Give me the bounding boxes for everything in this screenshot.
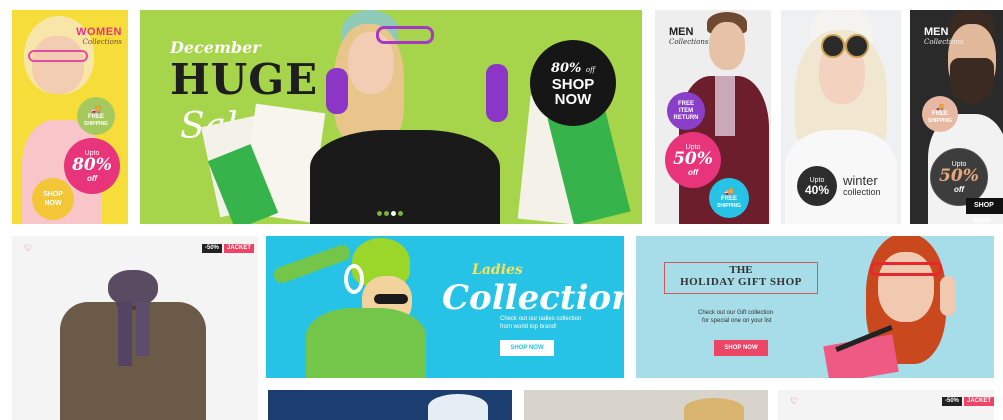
- ladies-collection-banner[interactable]: Ladies Collection Check out our ladies c…: [266, 236, 624, 378]
- discount-tag: -50%: [202, 244, 223, 253]
- women-discount-badge: Upto 80% off: [64, 138, 120, 194]
- gift-model-figure: [823, 236, 994, 378]
- ladies-subtitle: Collection: [442, 278, 624, 318]
- ladies-desc-2: from world top brand!: [500, 324, 557, 330]
- holiday-gift-shop-banner[interactable]: THE HOLIDAY GIFT SHOP Check out our Gift…: [636, 236, 994, 378]
- slider-dot-4[interactable]: [398, 211, 403, 216]
- hero-december-sale-banner[interactable]: December HUGE Sale 80% off SHOP NOW: [140, 10, 642, 224]
- women-subtitle: Collections: [82, 38, 122, 46]
- product-card-bottom[interactable]: ♡ -50% JACKET: [778, 390, 994, 420]
- men-title: MEN: [669, 26, 694, 38]
- gift-shop-now-button[interactable]: SHOP NOW: [714, 340, 768, 356]
- heart-icon[interactable]: ♡: [790, 396, 798, 407]
- bottom-banner-1[interactable]: [268, 390, 512, 420]
- hero-slider-dots: [377, 211, 407, 217]
- bottom-banner-2[interactable]: [524, 390, 768, 420]
- gift-title: HOLIDAY GIFT SHOP: [680, 276, 802, 288]
- ladies-shop-now-button[interactable]: SHOP NOW: [500, 340, 554, 356]
- winter-title: winter: [843, 173, 878, 188]
- truck-icon: 🚚: [935, 104, 945, 111]
- product-card-jacket[interactable]: ♡ -50% JACKET: [12, 236, 258, 420]
- men2-subtitle: Collections: [924, 38, 964, 46]
- men-subtitle: Collections: [669, 38, 709, 46]
- women-shop-now-button[interactable]: SHOP NOW: [32, 178, 74, 220]
- gift-desc-2: for special one on your list: [702, 318, 772, 324]
- winter-subtitle: collection: [843, 187, 881, 197]
- winter-collection-banner[interactable]: Upto 40% winter collection: [781, 10, 901, 224]
- slider-dot-1[interactable]: [377, 211, 382, 216]
- men-discount-badge: Upto 50% off: [665, 132, 721, 188]
- truck-icon: 🚚: [724, 186, 734, 196]
- hero-shop-now-badge[interactable]: 80% off SHOP NOW: [530, 40, 616, 126]
- truck-icon: 🚚: [91, 104, 101, 114]
- type-tag: JACKET: [964, 397, 994, 406]
- women-free-shipping-badge: 🚚 FREE SHIPPING: [77, 97, 115, 135]
- type-tag: JACKET: [224, 244, 255, 253]
- ladies-desc-1: Check out our ladies collection: [500, 316, 582, 322]
- men-free-shipping-badge: 🚚 FREE SHIPPING: [709, 178, 749, 218]
- winter-discount-badge: Upto 40%: [797, 166, 837, 206]
- ladies-title: Ladies: [472, 262, 523, 278]
- men-free-item-return-badge: FREE ITEM RETURN: [667, 92, 705, 130]
- men2-title: MEN: [924, 26, 949, 38]
- heart-icon[interactable]: ♡: [24, 243, 32, 254]
- ladies-model-figure: [266, 236, 426, 378]
- gift-the: THE: [729, 264, 753, 276]
- sunglasses-icon: [821, 34, 845, 58]
- slider-dot-2[interactable]: [384, 211, 389, 216]
- gift-title-box: THE HOLIDAY GIFT SHOP: [664, 262, 818, 294]
- gift-desc-1: Check out our Gift collection: [698, 310, 774, 316]
- men2-free-shipping-badge: 🚚 FREE SHIPPING: [922, 96, 958, 132]
- men-collection-banner-2[interactable]: MEN Collections 🚚 FREE SHIPPING Upto 50%…: [910, 10, 1003, 224]
- jacket-image: [60, 266, 206, 420]
- women-collection-banner[interactable]: WOMEN Collections 🚚 FREE SHIPPING Upto 8…: [12, 10, 128, 224]
- women-title: WOMEN: [76, 26, 122, 38]
- slider-dot-3[interactable]: [391, 211, 396, 216]
- men-collection-banner[interactable]: MEN Collections FREE ITEM RETURN Upto 50…: [655, 10, 771, 224]
- discount-tag: -50%: [942, 397, 963, 406]
- men2-shop-now-button[interactable]: SHOP NOW: [966, 198, 1003, 224]
